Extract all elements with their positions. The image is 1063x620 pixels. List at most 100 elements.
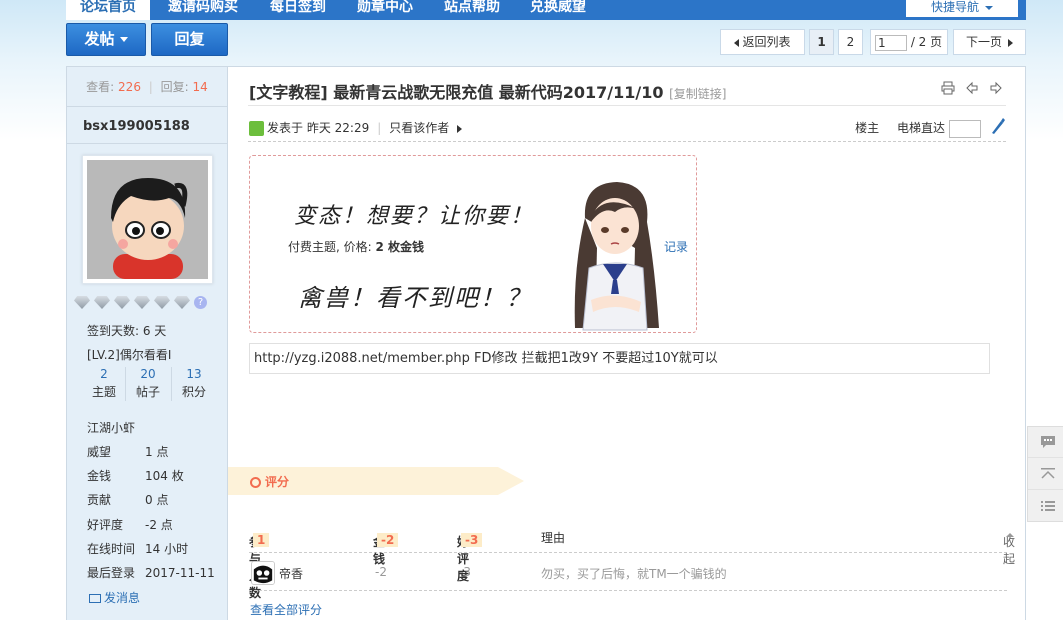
title-divider [248, 105, 1006, 106]
reason-label: 理由 [541, 531, 566, 545]
comment-icon [1041, 436, 1055, 448]
help-icon[interactable]: ? [194, 296, 207, 309]
thread-stats: 查看: 226 | 回复: 14 [67, 67, 227, 107]
floor-nav: 楼主 电梯直达 [855, 119, 981, 138]
float-toolbar [1027, 426, 1063, 522]
reply-button-label: 回复 [174, 30, 205, 48]
page-link-2[interactable]: 2 [838, 29, 863, 55]
thread-frame: 查看: 226 | 回复: 14 bsx199005188 ? 签到天数: 6 … [66, 66, 1026, 620]
online-status-icon [249, 121, 264, 136]
chevron-down-icon [119, 37, 128, 42]
rater-reason: 勿买，买了后悔，就TM一个骗钱的 [541, 567, 727, 581]
user-level[interactable]: [LV.2]偶尔看看I [87, 346, 171, 363]
send-message-link[interactable]: 发消息 [89, 589, 140, 606]
quick-nav-button[interactable]: 快捷导航 [906, 0, 1018, 17]
post-title: [文字教程] 最新青云战歌无限充值 最新代码2017/11/10 [复制链接] [249, 79, 726, 103]
floor-label: 楼主 [855, 121, 880, 135]
sidebar-divider [67, 143, 227, 144]
paywall-price-value: 2 枚金钱 [375, 240, 425, 254]
chevron-right-icon [457, 124, 463, 133]
next-page-button[interactable]: 下一页 [953, 29, 1026, 55]
stat-posts[interactable]: 20 帖子 [125, 365, 171, 401]
info-value: 2017-11-11 [145, 566, 215, 580]
next-page-label: 下一页 [965, 35, 1002, 49]
print-icon[interactable] [941, 81, 955, 95]
user-stats: 2 主题 20 帖子 13 积分 [81, 365, 217, 405]
rater-money: -2 [375, 565, 387, 579]
nav-item-help[interactable]: 站点帮助 [444, 0, 500, 20]
floor-jump-input[interactable] [949, 119, 981, 138]
quick-reply-button[interactable] [1028, 427, 1063, 458]
diamond-icon [174, 296, 190, 309]
paywall-price: 付费主题, 价格: 2 枚金钱 [288, 238, 424, 255]
info-contribution: 贡献 0 点 [87, 491, 227, 508]
info-rating: 好评度 -2 点 [87, 516, 227, 533]
rep-total: -3 [461, 533, 483, 547]
info-reputation: 威望 1 点 [87, 443, 227, 460]
stat-threads-label: 主题 [91, 385, 116, 399]
copy-link-button[interactable]: [复制链接] [669, 87, 726, 101]
page-link-1[interactable]: 1 [809, 29, 834, 55]
info-key: 威望 [87, 445, 112, 459]
back-to-top-button[interactable] [1028, 459, 1063, 490]
medal-row: ? [74, 296, 207, 312]
table-row: 帝香 -2 -3 勿买，买了后悔，就TM一个骗钱的 [249, 559, 1007, 591]
back-to-list-float-button[interactable] [1028, 491, 1063, 522]
rater-rep: -3 [459, 565, 471, 579]
nav-item-exchange[interactable]: 兑换威望 [530, 0, 586, 20]
replies-count: 14 [192, 80, 208, 94]
back-to-list-label: 返回列表 [742, 35, 791, 49]
reply-button[interactable]: 回复 [151, 23, 228, 56]
views-label: 查看: [86, 80, 115, 94]
stats-divider: | [148, 80, 153, 94]
author-sidebar: 查看: 226 | 回复: 14 bsx199005188 ? 签到天数: 6 … [67, 67, 228, 620]
author-username[interactable]: bsx199005188 [83, 119, 190, 134]
quick-nav-label: 快捷导航 [930, 0, 979, 14]
diamond-icon [134, 296, 150, 309]
page-jump: 1 / 2 页 [870, 29, 948, 55]
rating-title: 评分 [250, 473, 289, 490]
next-thread-icon[interactable] [989, 81, 1003, 95]
info-key: 金钱 [87, 469, 112, 483]
replies-label: 回复: [160, 80, 189, 94]
view-all-ratings-link[interactable]: 查看全部评分 [250, 601, 322, 618]
nav-item-signin[interactable]: 每日签到 [270, 0, 326, 20]
diamond-icon [74, 296, 90, 309]
purchase-record-link[interactable]: 记录 [664, 238, 688, 255]
signin-days: 签到天数: 6 天 [87, 324, 167, 338]
rating-circle-icon [250, 477, 261, 488]
user-rank: 江湖小虾 [87, 421, 136, 435]
rater-avatar[interactable] [251, 561, 275, 585]
paywall-tagline: 变态！想要？让你要！ [294, 204, 535, 229]
prev-thread-icon[interactable] [965, 81, 979, 95]
stat-points-value: 13 [186, 367, 202, 381]
stat-points[interactable]: 13 积分 [171, 365, 217, 401]
paywall-box: 变态！想要？让你要！ 付费主题, 价格: 2 枚金钱 禽兽！看不到吧！？ 记录 [249, 155, 697, 333]
info-online-time: 在线时间 14 小时 [87, 540, 227, 557]
jump-go-icon[interactable] [989, 117, 1005, 135]
post-button[interactable]: 发帖 [66, 23, 146, 56]
info-money: 金钱 104 枚 [87, 467, 227, 484]
page-jump-input[interactable]: 1 [875, 34, 907, 51]
money-total: -2 [377, 533, 399, 547]
paywall-price-prefix: 付费主题, 价格: [288, 240, 372, 254]
avatar-image [87, 160, 208, 279]
arrow-left-icon [734, 38, 740, 47]
stat-posts-label: 帖子 [135, 385, 160, 399]
jump-label: 电梯直达 [896, 121, 945, 135]
send-message-label: 发消息 [104, 591, 141, 605]
title-tools [941, 81, 1003, 98]
nav-item-invite[interactable]: 邀请码购买 [168, 0, 238, 20]
nav-item-home[interactable]: 论坛首页 [66, 0, 150, 20]
info-value: 14 小时 [145, 542, 189, 556]
info-value: -2 点 [145, 518, 173, 532]
post-title-text: [文字教程] 最新青云战歌无限充值 最新代码2017/11/10 [249, 83, 664, 102]
back-to-list-button[interactable]: 返回列表 [720, 29, 805, 55]
stat-threads[interactable]: 2 主题 [81, 365, 127, 401]
only-author-link[interactable]: 只看该作者 [389, 121, 449, 135]
meta-divider-line [248, 141, 1006, 142]
meta-divider: | [377, 121, 382, 135]
rater-name[interactable]: 帝香 [279, 565, 303, 582]
nav-item-medals[interactable]: 勋章中心 [357, 0, 413, 20]
avatar[interactable] [82, 155, 213, 284]
